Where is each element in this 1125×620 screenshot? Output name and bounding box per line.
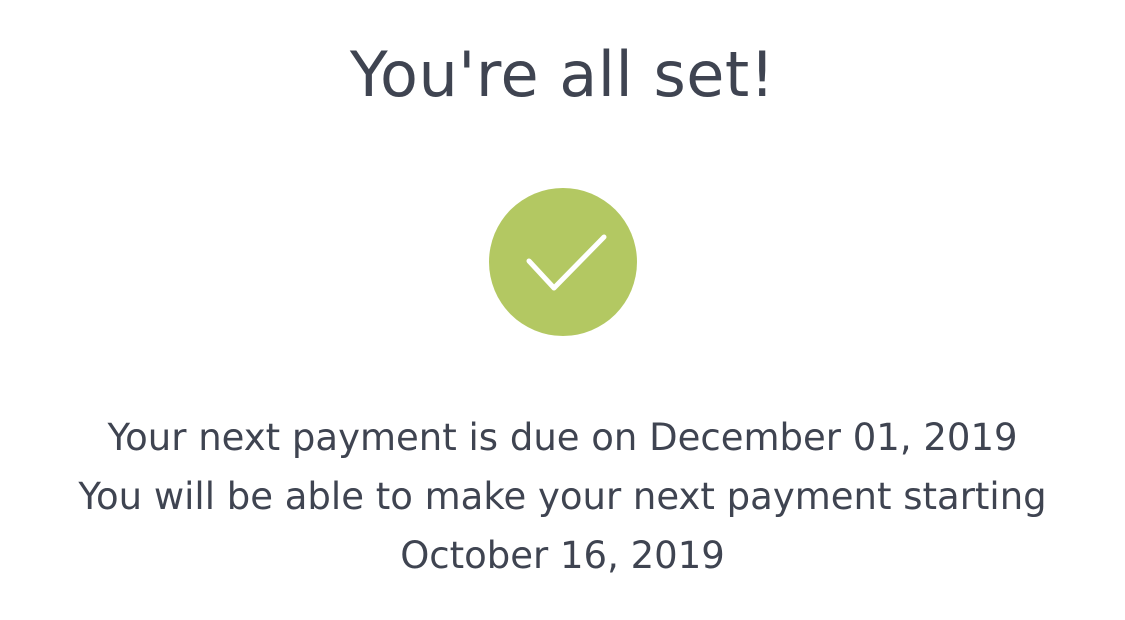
page-title: You're all set! [349, 38, 776, 111]
payment-message: Your next payment is due on December 01,… [0, 408, 1125, 585]
next-payment-window-text: You will be able to make your next payme… [78, 475, 1047, 518]
checkmark-icon [526, 234, 607, 291]
success-checkmark-icon [489, 188, 637, 336]
next-payment-due-text: Your next payment is due on December 01,… [107, 416, 1018, 459]
next-payment-start-date: October 16, 2019 [400, 534, 725, 577]
payment-confirmation-screen: You're all set! Your next payment is due… [0, 0, 1125, 620]
